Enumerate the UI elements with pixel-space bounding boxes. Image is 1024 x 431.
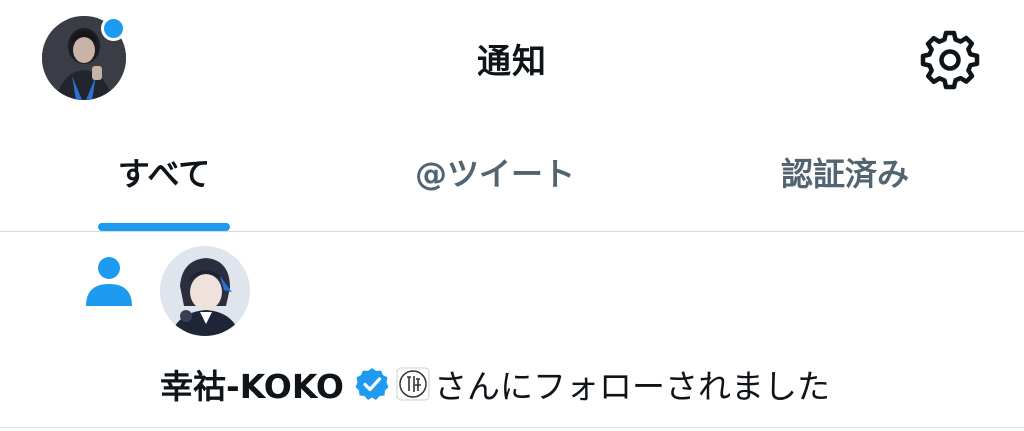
- follower-avatar[interactable]: [160, 246, 250, 336]
- verified-badge-icon: [354, 366, 390, 402]
- notification-tabs: すべて @ツイート 認証済み: [0, 125, 1024, 232]
- gear-icon[interactable]: [920, 30, 980, 90]
- tab-all[interactable]: すべて: [98, 149, 230, 195]
- notification-text: 幸祜-KOKO さんにフォローされました: [160, 360, 830, 408]
- tab-verified[interactable]: 認証済み: [760, 149, 930, 195]
- person-icon: [83, 254, 135, 306]
- stamp-badge-icon: [396, 367, 430, 401]
- app-header: 通知: [0, 0, 1024, 125]
- follower-username[interactable]: 幸祜-KOKO: [160, 360, 344, 408]
- notification-item[interactable]: 幸祜-KOKO さんにフォローされました: [0, 232, 1024, 428]
- follow-action-text: さんにフォローされました: [433, 367, 830, 406]
- tab-mentions[interactable]: @ツイート: [380, 149, 610, 195]
- active-tab-indicator: [98, 223, 230, 231]
- page-title: 通知: [477, 42, 547, 82]
